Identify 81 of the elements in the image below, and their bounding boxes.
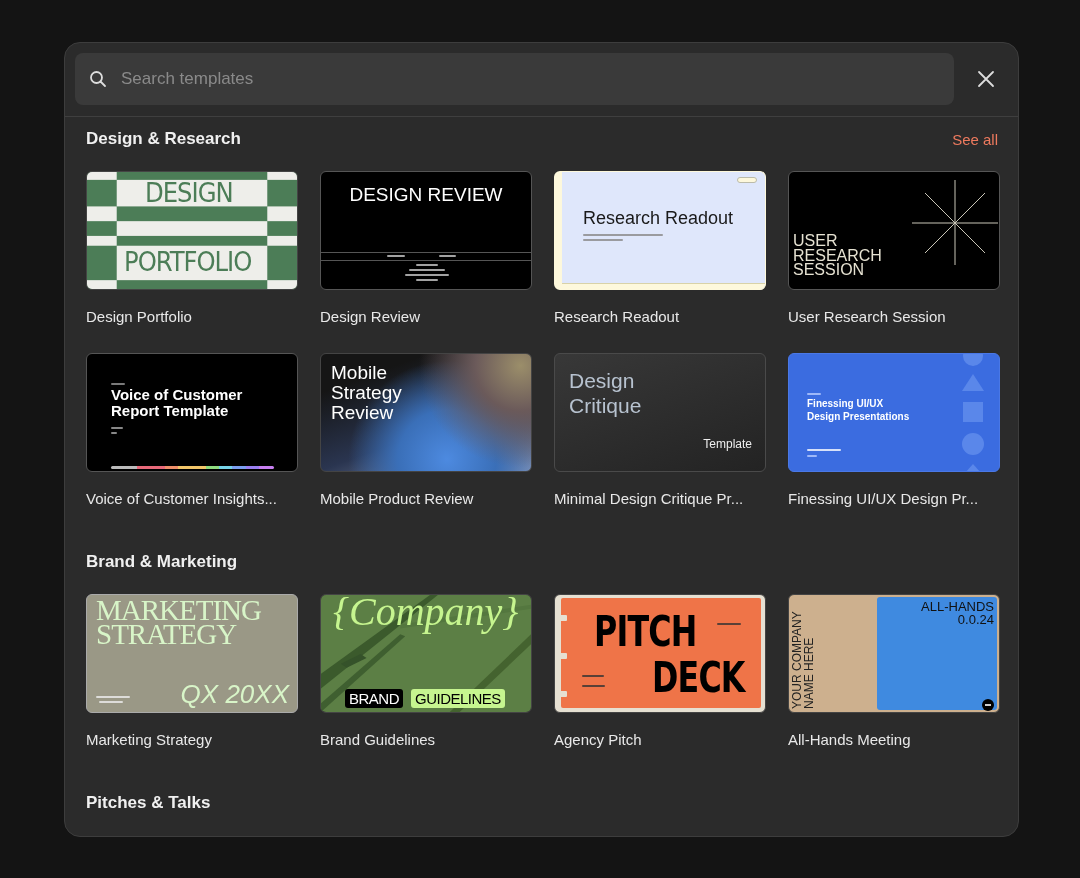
template-name[interactable]: All-Hands Meeting	[788, 731, 1000, 748]
template-thumbnail[interactable]: Design Critique Template	[554, 353, 766, 472]
template-thumbnail[interactable]: DESIGN PORTFOLIO	[86, 171, 298, 290]
slide-title: Report Template	[111, 403, 229, 418]
section-title: Design & Research	[86, 129, 241, 149]
text-line	[416, 279, 438, 281]
slide-title: {Company}	[333, 595, 519, 632]
slide-title: Design Presentations	[807, 412, 910, 422]
text-line	[807, 393, 821, 395]
slide-title: 0.0.24	[957, 613, 994, 626]
section-title: Pitches & Talks	[86, 793, 211, 813]
slide-title: DESIGN REVIEW	[348, 185, 504, 204]
minus-icon	[982, 699, 994, 711]
slide-title: Voice of Customer	[111, 387, 243, 402]
template-thumbnail[interactable]: {Company} BRAND GUIDELINES	[320, 594, 532, 713]
slide-title: PITCH	[594, 610, 697, 653]
template-thumbnail[interactable]: PITCH DECK	[554, 594, 766, 713]
slide-title-line: Mobile	[331, 363, 388, 383]
text-line	[717, 623, 741, 625]
template-thumbnail[interactable]: Finessing UI/UX Design Presentations	[788, 353, 1000, 472]
slide-title: DESIGN	[145, 179, 233, 206]
text-line	[439, 255, 456, 257]
slide-title-line: Critique	[569, 393, 642, 418]
binder-tab	[559, 691, 567, 697]
text-line	[807, 455, 817, 457]
template-thumbnail[interactable]: Mobile Strategy Review	[320, 353, 532, 472]
slide-title: Research Readout	[583, 209, 734, 227]
template-name[interactable]: Minimal Design Critique Pr...	[554, 490, 766, 507]
text-line	[405, 274, 449, 276]
slide-title: Finessing UI/UX	[807, 399, 884, 409]
template-thumbnail[interactable]: Research Readout	[554, 171, 766, 290]
text-line	[807, 449, 841, 451]
slide-title-line: RESEARCH	[793, 248, 882, 263]
template-name[interactable]: Voice of Customer Insights...	[86, 490, 298, 507]
slide-title: DECK	[652, 656, 745, 699]
see-all-link[interactable]: See all	[952, 130, 998, 148]
template-thumbnail[interactable]: Voice of Customer Report Template	[86, 353, 298, 472]
slide-text: QX 20XX	[180, 681, 289, 707]
text-line	[582, 685, 605, 687]
template-name[interactable]: Research Readout	[554, 308, 766, 325]
template-name[interactable]: Agency Pitch	[554, 731, 766, 748]
slide-title-line: Strategy	[331, 383, 402, 403]
starburst-icon	[911, 177, 999, 268]
template-name[interactable]: Design Portfolio	[86, 308, 298, 325]
slide-title: PORTFOLIO	[124, 248, 252, 275]
section-title: Brand & Marketing	[86, 552, 238, 572]
text-line	[583, 239, 623, 241]
text-line	[96, 696, 130, 698]
slide-text: Template	[703, 438, 752, 450]
brand-label: BRAND	[345, 689, 403, 708]
guidelines-label: GUIDELINES	[411, 689, 505, 708]
text-line	[582, 675, 604, 677]
slide-title-line: Review	[331, 403, 394, 423]
slide-title-line: STRATEGY	[96, 622, 237, 646]
template-name[interactable]: Finessing UI/UX Design Pr...	[788, 490, 1000, 507]
text-line	[111, 432, 117, 434]
binder-tab	[559, 653, 567, 659]
template-name[interactable]: Brand Guidelines	[320, 731, 532, 748]
template-name[interactable]: Design Review	[320, 308, 532, 325]
slide-title: ALL-HANDS	[921, 600, 994, 613]
text-line	[99, 701, 123, 703]
close-icon	[977, 70, 995, 88]
text-line	[416, 264, 438, 266]
template-thumbnail[interactable]: DESIGN REVIEW	[320, 171, 532, 290]
text-line	[111, 427, 123, 429]
text-line	[111, 383, 125, 385]
template-name[interactable]: Marketing Strategy	[86, 731, 298, 748]
search-field[interactable]: Search templates	[75, 53, 954, 105]
slide-title-line: USER	[793, 234, 839, 249]
binder-tab	[559, 615, 567, 621]
template-thumbnail[interactable]: YOUR COMPANY NAME HERE ALL-HANDS 0.0.24	[788, 594, 1000, 713]
slide-text: YOUR COMPANY NAME HERE	[791, 611, 815, 709]
slide-title-line: MARKETING	[96, 598, 261, 622]
slide-title-line: Design	[569, 368, 636, 393]
text-line	[409, 269, 445, 271]
name-badge	[737, 177, 757, 183]
slide-title-line: SESSION	[793, 263, 866, 278]
template-thumbnail[interactable]: USER RESEARCH SESSION	[788, 171, 1000, 290]
template-name[interactable]: Mobile Product Review	[320, 490, 532, 507]
text-line	[387, 255, 405, 257]
template-name[interactable]: User Research Session	[788, 308, 1000, 325]
